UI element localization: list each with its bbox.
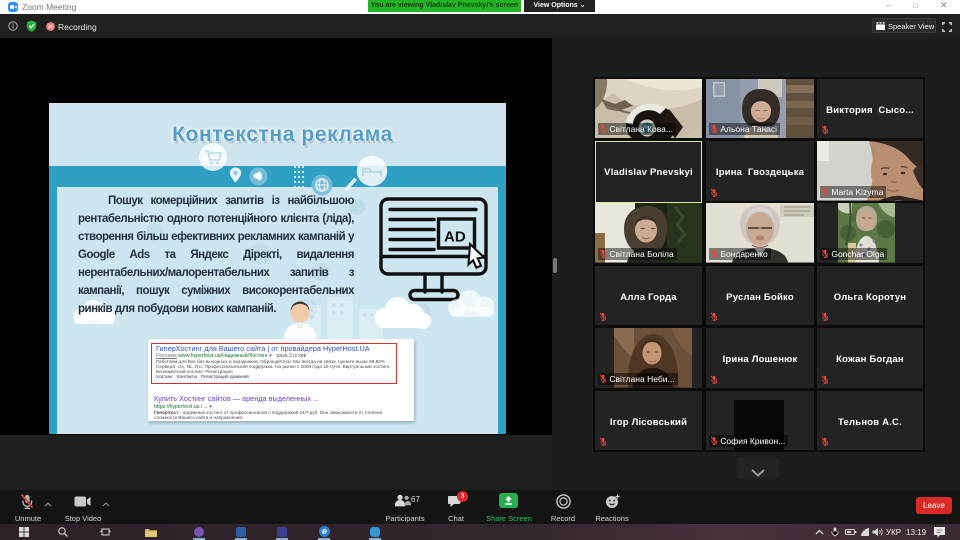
svg-text:AD: AD — [444, 229, 466, 246]
